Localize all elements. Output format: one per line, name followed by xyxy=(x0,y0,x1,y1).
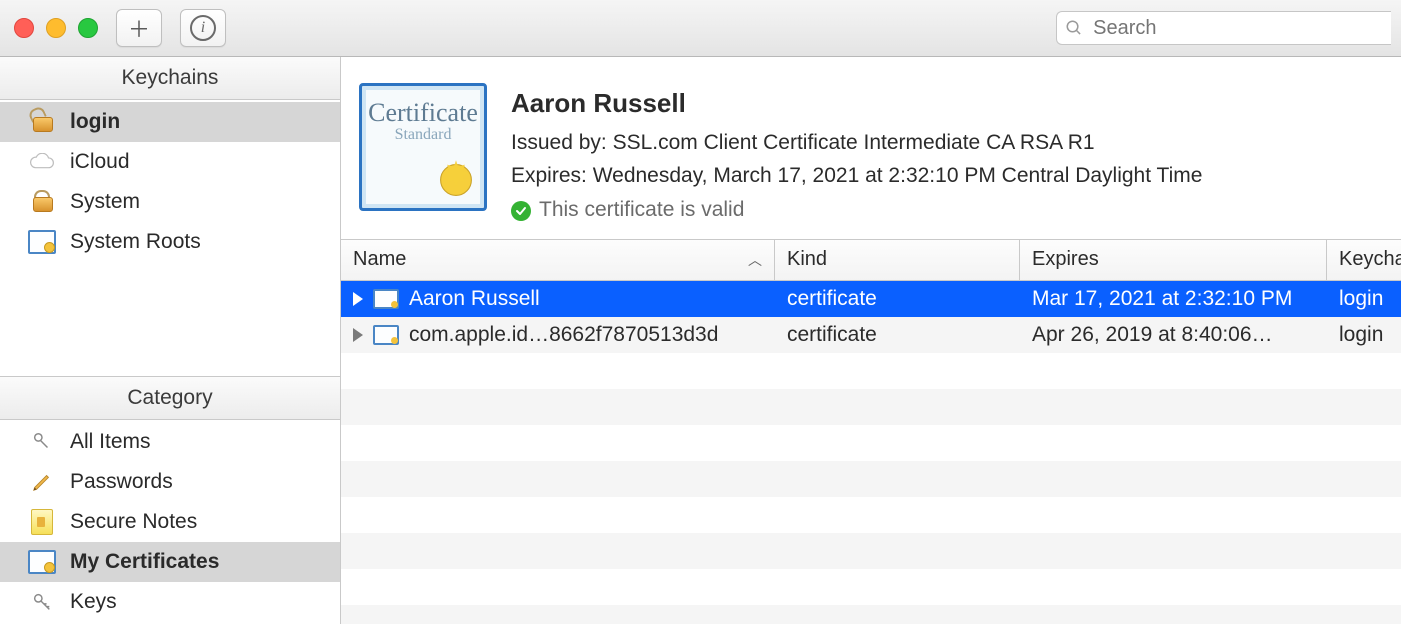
row-keychain: login xyxy=(1327,287,1401,311)
category-secure-notes[interactable]: Secure Notes xyxy=(0,502,340,542)
row-kind: certificate xyxy=(775,323,1020,347)
issued-by-row: Issued by: SSL.com Client Certificate In… xyxy=(511,127,1202,160)
row-name: Aaron Russell xyxy=(409,287,540,311)
table-body[interactable]: Aaron Russell certificate Mar 17, 2021 a… xyxy=(341,281,1401,624)
table-header: Name ︿ Kind Expires Keychain xyxy=(341,240,1401,281)
keychain-login[interactable]: login xyxy=(0,102,340,142)
certificate-title: Aaron Russell xyxy=(511,83,1202,123)
table-row[interactable]: com.apple.id…8662f7870513d3d certificate… xyxy=(341,317,1401,353)
info-icon: i xyxy=(190,15,216,41)
certificate-detail: Certificate Standard Aaron Russell Issue… xyxy=(341,57,1401,239)
keychain-system-roots[interactable]: System Roots xyxy=(0,222,340,262)
column-name-label: Name xyxy=(353,248,406,271)
issued-by-label: Issued by: xyxy=(511,131,607,154)
category-header: Category xyxy=(0,376,340,420)
keychain-label: login xyxy=(70,110,120,134)
expires-row: Expires: Wednesday, March 17, 2021 at 2:… xyxy=(511,160,1202,193)
category-label: Passwords xyxy=(70,470,173,494)
sort-ascending-icon: ︿ xyxy=(748,250,762,270)
disclosure-triangle-icon[interactable] xyxy=(353,292,363,306)
key-icon xyxy=(28,588,56,616)
certificate-large-icon: Certificate Standard xyxy=(359,83,487,211)
validity-row: This certificate is valid xyxy=(511,194,1202,227)
keychain-label: System xyxy=(70,190,140,214)
disclosure-triangle-icon[interactable] xyxy=(353,328,363,342)
sidebar: Keychains login iCloud System System Roo… xyxy=(0,57,341,624)
row-expires: Mar 17, 2021 at 2:32:10 PM xyxy=(1020,287,1327,311)
column-keychain[interactable]: Keychain xyxy=(1327,240,1401,280)
cert-art-line1: Certificate xyxy=(368,100,478,126)
main-area: Certificate Standard Aaron Russell Issue… xyxy=(341,57,1401,624)
category-label: All Items xyxy=(70,430,151,454)
column-kind[interactable]: Kind xyxy=(775,240,1020,280)
column-expires[interactable]: Expires xyxy=(1020,240,1327,280)
zoom-window-button[interactable] xyxy=(78,18,98,38)
expires-label: Expires: xyxy=(511,164,587,187)
validity-status: This certificate is valid xyxy=(539,194,744,227)
window-controls xyxy=(14,18,98,38)
category-my-certificates[interactable]: My Certificates xyxy=(0,542,340,582)
search-icon xyxy=(1065,18,1083,38)
category-passwords[interactable]: Passwords xyxy=(0,462,340,502)
expires-value: Wednesday, March 17, 2021 at 2:32:10 PM … xyxy=(593,164,1203,187)
add-button[interactable] xyxy=(116,9,162,47)
row-kind: certificate xyxy=(775,287,1020,311)
table-row[interactable]: Aaron Russell certificate Mar 17, 2021 a… xyxy=(341,281,1401,317)
lock-icon xyxy=(28,188,56,216)
cert-icon xyxy=(373,289,399,309)
issued-by-value: SSL.com Client Certificate Intermediate … xyxy=(613,131,1095,154)
cert-art-line2: Standard xyxy=(395,126,452,144)
cert-icon xyxy=(28,548,56,576)
row-expires: Apr 26, 2019 at 8:40:06… xyxy=(1020,323,1327,347)
close-window-button[interactable] xyxy=(14,18,34,38)
minimize-window-button[interactable] xyxy=(46,18,66,38)
search-field-wrap[interactable] xyxy=(1056,11,1391,45)
keychains-header: Keychains xyxy=(0,57,340,100)
checkmark-icon xyxy=(511,201,531,221)
category-keys[interactable]: Keys xyxy=(0,582,340,622)
pencil-icon xyxy=(28,468,56,496)
category-label: My Certificates xyxy=(70,550,219,574)
plus-icon xyxy=(128,12,150,44)
lock-unlocked-icon xyxy=(28,108,56,136)
keychains-list: login iCloud System System Roots xyxy=(0,100,340,264)
cert-icon xyxy=(28,228,56,256)
column-name[interactable]: Name ︿ xyxy=(341,240,775,280)
category-label: Keys xyxy=(70,590,117,614)
search-input[interactable] xyxy=(1091,16,1383,41)
category-label: Secure Notes xyxy=(70,510,197,534)
cloud-icon xyxy=(28,148,56,176)
keychain-system[interactable]: System xyxy=(0,182,340,222)
row-name: com.apple.id…8662f7870513d3d xyxy=(409,323,718,347)
cert-icon xyxy=(373,325,399,345)
keychain-label: iCloud xyxy=(70,150,130,174)
categories-list: All Items Passwords Secure Notes My Cert… xyxy=(0,420,340,624)
keychain-label: System Roots xyxy=(70,230,201,254)
keys-icon xyxy=(28,428,56,456)
info-button[interactable]: i xyxy=(180,9,226,47)
toolbar: i xyxy=(0,0,1401,57)
category-all-items[interactable]: All Items xyxy=(0,422,340,462)
row-keychain: login xyxy=(1327,323,1401,347)
seal-icon xyxy=(434,158,478,202)
keychain-icloud[interactable]: iCloud xyxy=(0,142,340,182)
certificates-table: Name ︿ Kind Expires Keychain Aaron Russe… xyxy=(341,239,1401,624)
note-lock-icon xyxy=(28,508,56,536)
